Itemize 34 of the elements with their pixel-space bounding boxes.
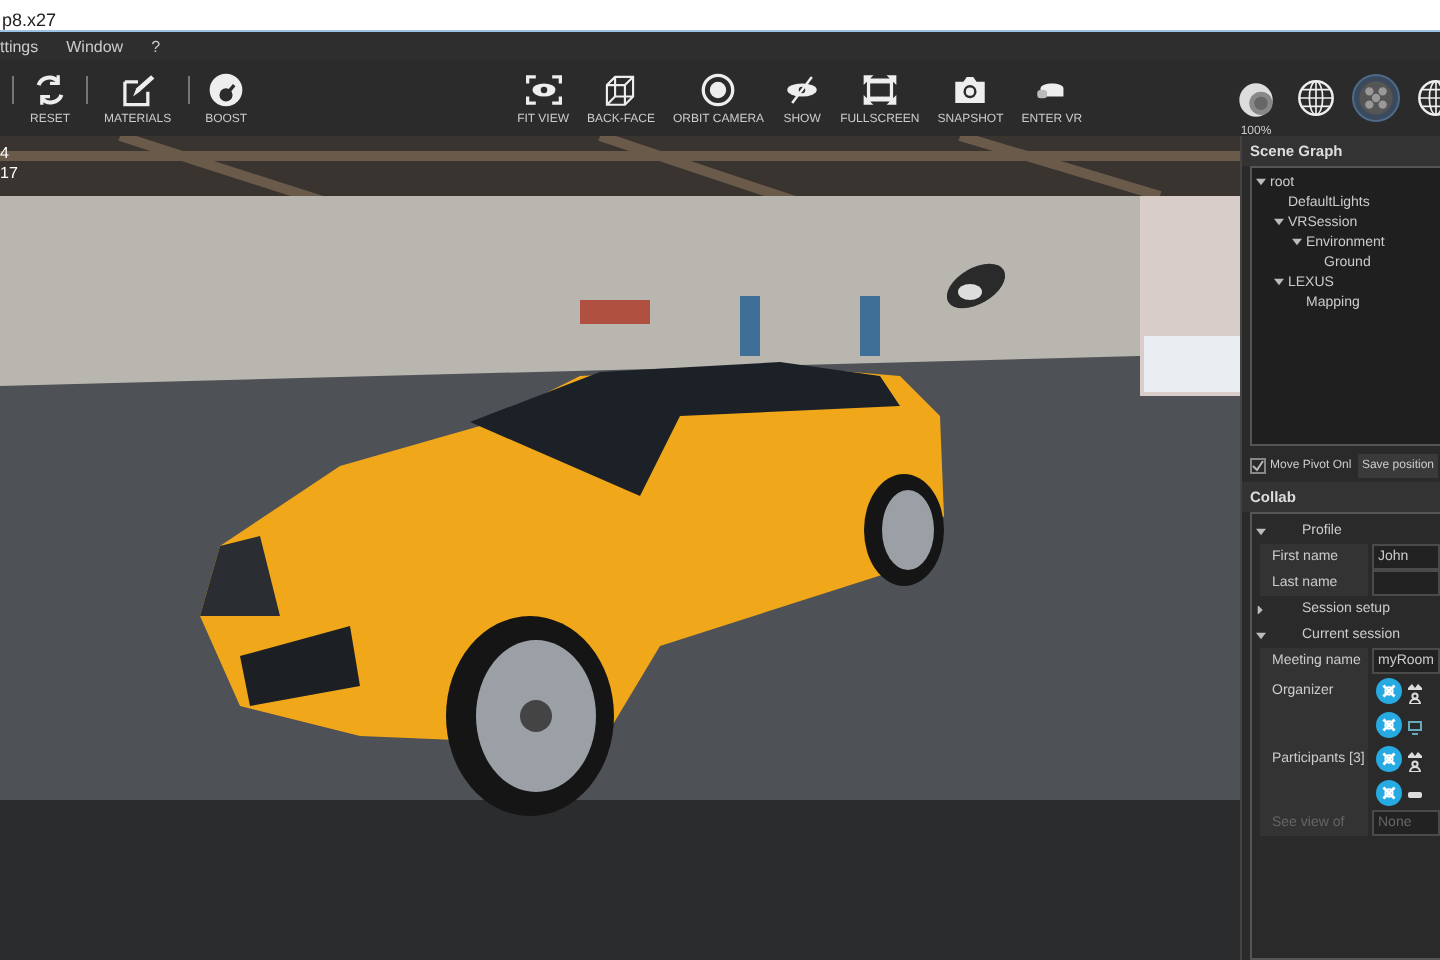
- orbit-icon: [698, 71, 739, 107]
- input-field[interactable]: [1372, 570, 1440, 596]
- avatar-icon: [1376, 780, 1402, 806]
- gauge-icon: [206, 71, 247, 107]
- globe-icon: [1296, 78, 1336, 118]
- eye-slash-icon: [782, 71, 823, 107]
- menu-item[interactable]: ttings: [0, 37, 39, 55]
- stats-readout: 17: [0, 164, 18, 182]
- caret-down-icon[interactable]: [1274, 278, 1284, 286]
- caret-down-icon[interactable]: [1256, 178, 1266, 186]
- pencil-icon: [117, 71, 158, 107]
- caret-right-icon[interactable]: [1256, 605, 1266, 613]
- eye-icon: [523, 71, 564, 107]
- host-icon: [1408, 679, 1422, 703]
- host-icon: [1408, 747, 1422, 771]
- floating-object-drawing: [946, 263, 1006, 309]
- menu-item[interactable]: ?: [151, 37, 161, 55]
- avatar-icon: [1376, 712, 1402, 738]
- caret-down-icon[interactable]: [1292, 238, 1302, 246]
- checker-sphere-icon: [1356, 78, 1396, 118]
- view-mode-button[interactable]: [1292, 74, 1340, 122]
- menu-item[interactable]: Window: [66, 37, 124, 55]
- caret-down-icon[interactable]: [1256, 631, 1266, 639]
- expand-icon: [859, 71, 900, 107]
- camera-icon: [950, 71, 991, 107]
- caret-down-icon[interactable]: [1274, 218, 1284, 226]
- checkbox[interactable]: [1250, 458, 1266, 474]
- stats-readout: 4: [0, 144, 11, 162]
- window-title: p8.x27: [0, 10, 57, 30]
- caret-down-icon[interactable]: [1256, 527, 1266, 535]
- avatar-icon: [1376, 678, 1402, 704]
- avatar-icon: [1376, 746, 1402, 772]
- sphere-icon: [1236, 79, 1276, 119]
- view-mode-button[interactable]: [1352, 74, 1400, 122]
